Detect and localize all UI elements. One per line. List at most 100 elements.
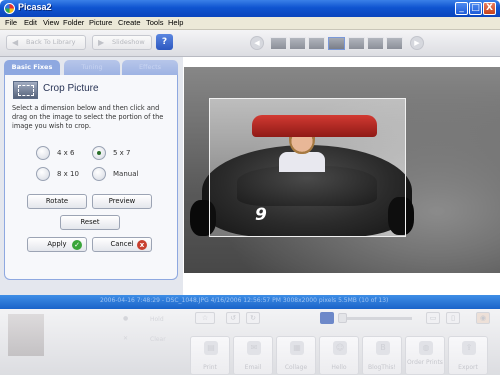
crop-dim-left	[184, 98, 209, 237]
crop-title: Crop Picture	[43, 83, 99, 94]
menu-picture[interactable]: Picture	[89, 18, 112, 27]
menu-file[interactable]: File	[5, 18, 17, 27]
clear-icon[interactable]: ✕	[123, 335, 128, 342]
cancel-label: Cancel	[110, 240, 134, 248]
hello-label: Hello	[331, 364, 347, 371]
order-prints-label: Order Prints	[407, 359, 443, 366]
collage-button[interactable]: ▦ Collage	[276, 336, 316, 375]
filmstrip-next-icon[interactable]: ▶	[410, 36, 424, 50]
crop-icon	[13, 81, 38, 99]
menu-bar: File Edit View Folder Picture Create Too…	[0, 17, 500, 30]
tray-thumbnail[interactable]	[8, 314, 44, 356]
radio-5x7[interactable]	[92, 146, 106, 160]
picasa-logo-icon	[4, 3, 15, 14]
filmstrip-thumbnail[interactable]	[308, 37, 325, 50]
crop-panel: Crop Picture Select a dimension below an…	[4, 75, 178, 280]
filmstrip-thumbnail[interactable]	[270, 37, 287, 50]
radio-8x10[interactable]	[36, 167, 50, 181]
picasa-web-icon[interactable]: ◉	[476, 312, 490, 324]
close-button[interactable]: X	[483, 2, 496, 15]
export-button[interactable]: ⇪ Export	[448, 336, 488, 375]
menu-tools[interactable]: Tools	[146, 18, 164, 27]
view-single-icon[interactable]: ▭	[426, 312, 440, 324]
hold-icon[interactable]: ●	[123, 315, 128, 322]
crop-instructions: Select a dimension below and then click …	[12, 104, 164, 130]
order-prints-button[interactable]: ◍ Order Prints	[405, 336, 445, 375]
apply-label: Apply	[47, 240, 67, 248]
envelope-icon: ✉	[247, 341, 261, 355]
rotate-right-icon[interactable]: ↻	[246, 312, 260, 324]
filmstrip-thumbnail[interactable]	[289, 37, 306, 50]
radio-label-8x10: 8 x 10	[57, 170, 79, 178]
email-button[interactable]: ✉ Email	[233, 336, 273, 375]
filmstrip-thumbnail[interactable]	[348, 37, 365, 50]
cancel-button[interactable]: Cancel x	[92, 237, 152, 252]
view-compare-icon[interactable]: ▯	[446, 312, 460, 324]
filmstrip-thumbnail[interactable]	[367, 37, 384, 50]
cancel-x-icon: x	[137, 240, 147, 250]
toolbar: ◀ Back To Library ▶ Slideshow ? ◀ ▶	[0, 30, 500, 57]
export-icon: ⇪	[462, 341, 476, 355]
crop-dim-top	[184, 67, 500, 98]
printer-icon: ▤	[204, 341, 218, 355]
edit-tabs: Basic Fixes Tuning Effects	[4, 60, 178, 75]
print-label: Print	[203, 364, 217, 371]
radio-manual[interactable]	[92, 167, 106, 181]
menu-create[interactable]: Create	[118, 18, 141, 27]
collage-label: Collage	[284, 364, 308, 371]
email-label: Email	[244, 364, 262, 371]
tab-basic-fixes[interactable]: Basic Fixes	[4, 60, 60, 75]
radio-label-5x7: 5 x 7	[113, 149, 131, 157]
blogger-icon: B	[376, 341, 390, 355]
slideshow-label: Slideshow	[112, 38, 145, 46]
zoom-slider-knob[interactable]	[338, 313, 347, 323]
radio-label-manual: Manual	[113, 170, 139, 178]
rotate-button[interactable]: Rotate	[27, 194, 87, 209]
minimize-button[interactable]: _	[455, 2, 468, 15]
preview-button[interactable]: Preview	[92, 194, 152, 209]
collage-icon: ▦	[290, 341, 304, 355]
clear-label[interactable]: Clear	[150, 336, 166, 343]
radio-label-4x6: 4 x 6	[57, 149, 75, 157]
hold-label[interactable]: Hold	[150, 316, 164, 323]
maximize-button[interactable]: □	[469, 2, 482, 15]
zoom-icon	[320, 312, 334, 324]
tab-effects[interactable]: Effects	[122, 60, 178, 75]
tab-tuning[interactable]: Tuning	[64, 60, 120, 75]
zoom-slider[interactable]	[342, 317, 412, 320]
crop-dim-right	[406, 98, 500, 237]
help-button[interactable]: ?	[156, 34, 173, 50]
print-button[interactable]: ▤ Print	[190, 336, 230, 375]
back-to-library-label: Back To Library	[26, 38, 76, 46]
slideshow-button[interactable]: ▶ Slideshow	[92, 35, 152, 50]
star-icon[interactable]: ☆	[195, 312, 215, 324]
blogthis-label: BlogThis!	[368, 364, 396, 371]
rotate-left-icon[interactable]: ↺	[226, 312, 240, 324]
filmstrip-thumbnail-selected[interactable]	[328, 37, 345, 50]
menu-view[interactable]: View	[43, 18, 59, 27]
hello-icon: ☺	[333, 341, 347, 355]
crop-selection-box[interactable]	[209, 98, 406, 237]
radio-4x6[interactable]	[36, 146, 50, 160]
status-bar: 2006-04-16 7:48:29 - DSC_1048.JPG 4/16/2…	[0, 295, 500, 309]
menu-help[interactable]: Help	[168, 18, 183, 27]
play-icon: ▶	[98, 38, 105, 47]
filmstrip-prev-icon[interactable]: ◀	[250, 36, 264, 50]
left-arrow-icon: ◀	[12, 38, 19, 47]
menu-folder[interactable]: Folder	[63, 18, 84, 27]
back-to-library-button[interactable]: ◀ Back To Library	[6, 35, 86, 50]
window-title: Picasa2	[18, 2, 52, 12]
export-label: Export	[458, 364, 478, 371]
hello-button[interactable]: ☺ Hello	[319, 336, 359, 375]
title-bar: Picasa2 _ □ X	[0, 0, 500, 17]
apply-button[interactable]: Apply ✓	[27, 237, 87, 252]
globe-icon: ◍	[419, 341, 433, 355]
blogthis-button[interactable]: B BlogThis!	[362, 336, 402, 375]
menu-edit[interactable]: Edit	[24, 18, 37, 27]
checkmark-icon: ✓	[72, 240, 82, 250]
filmstrip-thumbnail[interactable]	[386, 37, 403, 50]
crop-dim-bottom	[184, 237, 500, 273]
reset-button[interactable]: Reset	[60, 215, 120, 230]
status-text: 2006-04-16 7:48:29 - DSC_1048.JPG 4/16/2…	[100, 297, 389, 304]
filmstrip: ◀ ▶	[250, 35, 430, 52]
